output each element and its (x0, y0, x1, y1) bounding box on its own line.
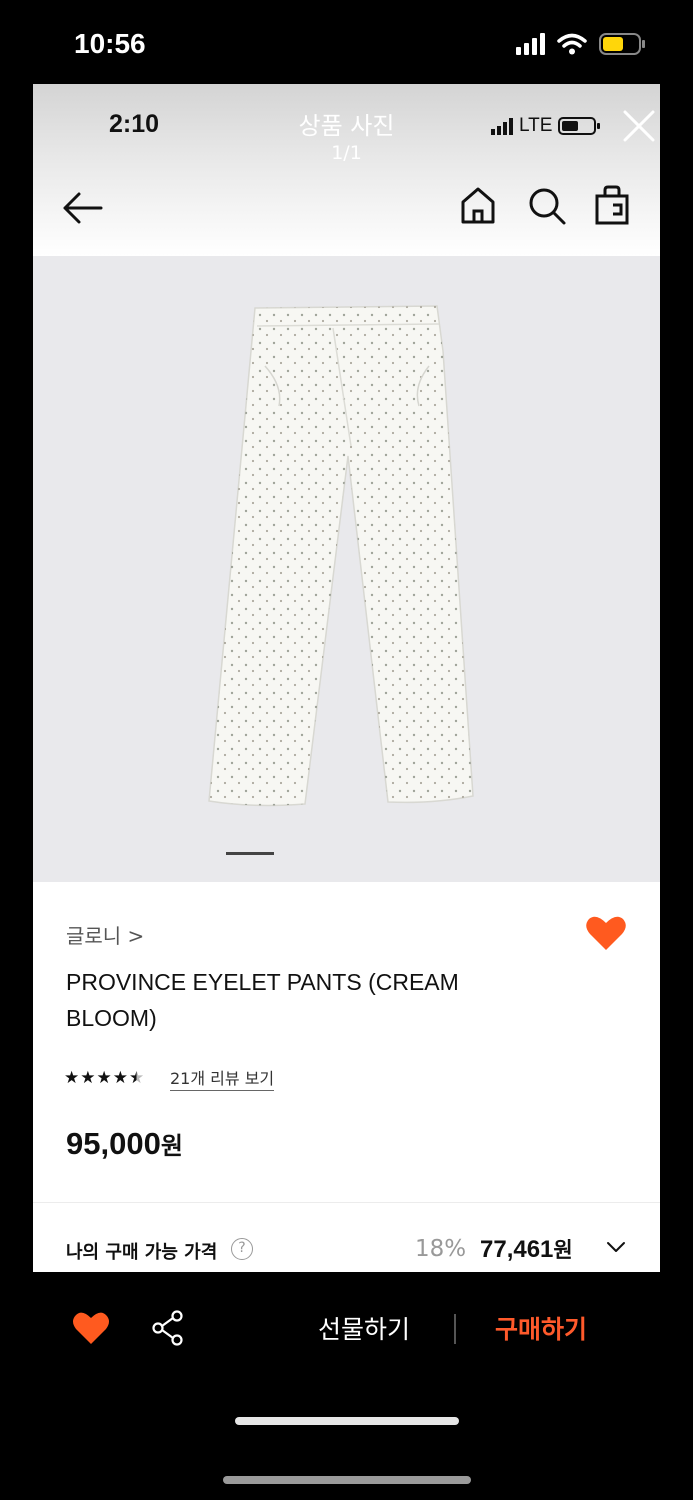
help-icon[interactable]: ? (231, 1238, 253, 1260)
shopping-bag-icon[interactable] (594, 184, 630, 226)
price-unit: 원 (160, 1132, 183, 1160)
half-star-icon: ★ (129, 1068, 145, 1088)
wifi-icon (557, 33, 587, 55)
my-price-unit: 원 (553, 1238, 573, 1262)
home-indicator[interactable] (223, 1476, 471, 1484)
divider (33, 1202, 660, 1203)
my-price-label: 나의 구매 가능 가격 (66, 1242, 218, 1263)
outer-status-bar: 10:56 (0, 0, 693, 84)
image-indicator (226, 852, 274, 855)
my-price-value: 77,461원 (480, 1234, 573, 1264)
heart-icon[interactable] (585, 914, 627, 952)
product-photo-viewer: 2:10 상품 사진 1/1 LTE 글로니 > PROVINCE EYELET… (33, 84, 660, 1272)
star-icon: ★ (96, 1068, 112, 1088)
gift-button[interactable]: 선물하기 (318, 1310, 410, 1346)
inner-signal-icon (491, 117, 513, 135)
brand-link[interactable]: 글로니 > (66, 920, 144, 949)
battery-icon (599, 32, 647, 56)
network-label: LTE (519, 115, 553, 136)
separator (454, 1314, 456, 1344)
close-icon[interactable] (621, 108, 657, 144)
star-icon: ★ (80, 1068, 96, 1088)
back-arrow-icon[interactable] (61, 188, 105, 228)
inner-header: 2:10 상품 사진 1/1 LTE (33, 84, 660, 256)
rating-stars: ★ ★ ★ ★ ★ (64, 1068, 144, 1088)
cellular-signal-icon (516, 33, 545, 55)
my-price-number: 77,461 (480, 1236, 554, 1263)
search-icon[interactable] (527, 186, 567, 226)
home-icon[interactable] (459, 184, 497, 226)
review-link[interactable]: 21개 리뷰 보기 (170, 1065, 275, 1091)
outer-clock: 10:56 (74, 28, 146, 59)
chevron-down-icon[interactable] (606, 1240, 626, 1254)
my-price-row[interactable]: 나의 구매 가능 가격 ? 18% 77,461원 (33, 1222, 660, 1270)
star-icon: ★ (64, 1068, 80, 1088)
wishlist-heart-icon[interactable] (72, 1310, 110, 1346)
inner-battery-icon (558, 117, 601, 135)
product-price: 95,000원 (66, 1126, 183, 1162)
star-icon: ★ (112, 1068, 128, 1088)
outer-status-icons (516, 32, 647, 56)
photo-count: 1/1 (331, 142, 362, 164)
inner-status-icons: LTE (491, 115, 602, 137)
buy-button[interactable]: 구매하기 (495, 1310, 587, 1346)
discount-rate: 18% (415, 1236, 467, 1262)
pants-illustration (208, 305, 474, 807)
product-name: PROVINCE EYELET PANTS (CREAM BLOOM) (66, 969, 459, 1031)
share-icon[interactable] (151, 1310, 185, 1346)
price-number: 95,000 (66, 1126, 161, 1161)
inner-home-indicator (235, 1417, 459, 1425)
product-image[interactable] (33, 256, 660, 882)
